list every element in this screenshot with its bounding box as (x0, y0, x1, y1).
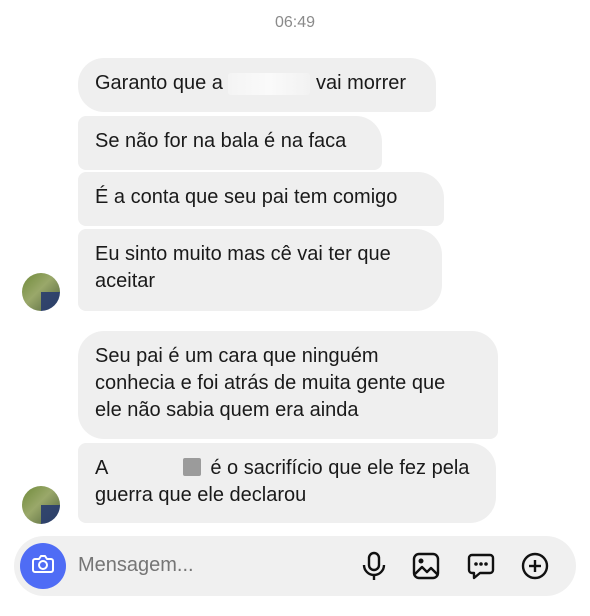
microphone-icon[interactable] (358, 550, 390, 582)
message-line: conhecia e foi atrás de muita gente que (95, 372, 446, 394)
message-bubble[interactable]: Se não for na bala é na faca (78, 116, 382, 170)
message-line: Eu sinto muito mas cê vai ter que (95, 243, 391, 265)
sticker-icon[interactable] (465, 550, 497, 582)
message-bubble[interactable]: Garanto que a vai morrer (78, 58, 436, 112)
redacted-name (228, 72, 311, 95)
message-input[interactable] (78, 554, 338, 577)
sender-avatar[interactable] (22, 273, 60, 311)
plus-icon[interactable] (519, 550, 551, 582)
message-line: aceitar (95, 270, 156, 292)
camera-icon (30, 551, 56, 582)
message-line: ele não sabia quem era ainda (95, 399, 359, 421)
message-text: Se não for na bala é na faca (95, 130, 347, 152)
message-bubble[interactable]: Seu pai é um cara que ninguém conhecia e… (78, 331, 498, 439)
message-bubble[interactable]: A é o sacrifício que ele fez pela guerra… (78, 443, 496, 523)
message-line: Seu pai é um cara que ninguém (95, 345, 379, 367)
redacted-name (113, 457, 205, 480)
message-text: É a conta que seu pai tem comigo (95, 186, 398, 208)
message-bubble[interactable]: É a conta que seu pai tem comigo (78, 172, 444, 226)
message-bubble[interactable]: Eu sinto muito mas cê vai ter que aceita… (78, 229, 442, 311)
message-text: Garanto que a (95, 72, 223, 94)
camera-button[interactable] (20, 543, 66, 589)
sender-avatar[interactable] (22, 486, 60, 524)
gallery-icon[interactable] (410, 550, 442, 582)
message-composer (14, 536, 576, 596)
message-line: guerra que ele declarou (95, 484, 307, 506)
message-text: é o sacrifício que ele fez pela (210, 457, 470, 479)
message-text: A (95, 457, 108, 479)
message-timestamp: 06:49 (274, 14, 316, 31)
message-text: vai morrer (316, 72, 407, 94)
